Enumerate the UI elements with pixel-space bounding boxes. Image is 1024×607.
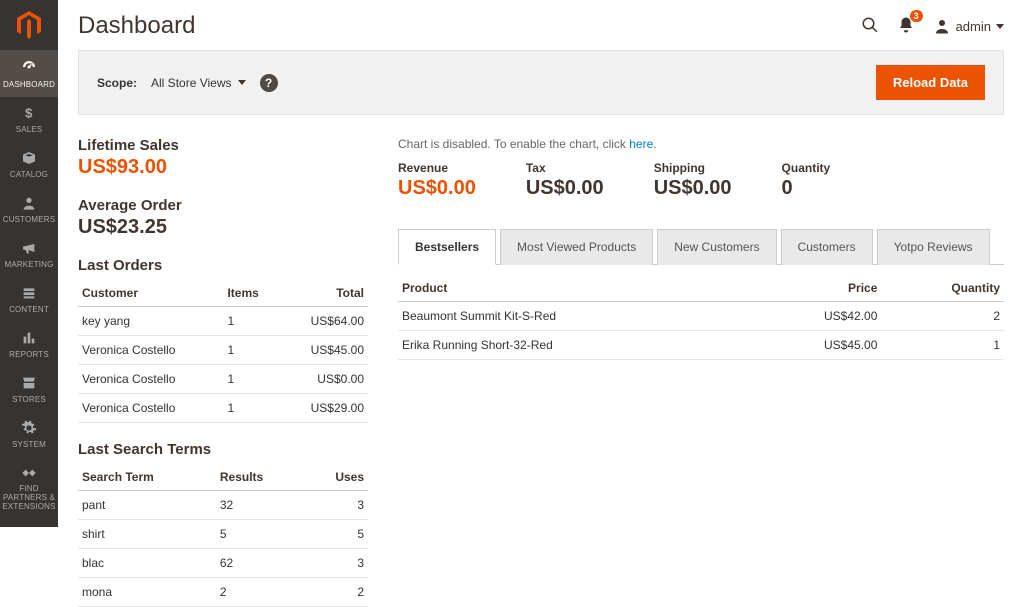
search-icon	[861, 16, 879, 34]
table-row[interactable]: Veronica Costello 1 US$45.00	[78, 336, 368, 365]
summary-shipping: Shipping US$0.00	[654, 161, 732, 200]
megaphone-icon	[21, 240, 37, 256]
sidebar-item-label: SALES	[2, 125, 56, 134]
gauge-icon	[20, 58, 38, 76]
summary-quantity: Quantity 0	[782, 161, 831, 200]
tab-yotpo-reviews[interactable]: Yotpo Reviews	[877, 229, 990, 265]
chevron-down-icon	[996, 24, 1004, 29]
enable-chart-link[interactable]: here	[629, 137, 653, 151]
sidebar-item-dashboard[interactable]: DASHBOARD	[0, 50, 58, 97]
user-icon	[933, 17, 951, 35]
table-row[interactable]: Beaumont Summit Kit-S-Red US$42.00 2	[398, 302, 1004, 331]
bestsellers-table: Product Price Quantity Beaumont Summit K…	[398, 275, 1004, 360]
sidebar: DASHBOARD $ SALES CATALOG CUSTOMERS MARK…	[0, 0, 58, 527]
main-content: Dashboard 3 admin Scope: All Store Views…	[58, 0, 1024, 607]
chevron-down-icon	[238, 80, 246, 85]
sidebar-item-system[interactable]: SYSTEM	[0, 412, 58, 457]
col-items: Items	[223, 280, 279, 307]
reload-data-button[interactable]: Reload Data	[876, 65, 985, 100]
chart-disabled-notice: Chart is disabled. To enable the chart, …	[398, 137, 1004, 151]
table-row[interactable]: mona 2 2	[78, 578, 368, 607]
person-icon	[21, 195, 37, 211]
table-row[interactable]: Veronica Costello 1 US$0.00	[78, 365, 368, 394]
summary-revenue: Revenue US$0.00	[398, 161, 476, 200]
sidebar-item-content[interactable]: CONTENT	[0, 277, 58, 322]
page-title: Dashboard	[78, 12, 195, 40]
last-search-title: Last Search Terms	[78, 441, 368, 458]
bar-chart-icon	[21, 330, 37, 346]
scope-select[interactable]: All Store Views	[151, 76, 245, 90]
box-icon	[21, 150, 37, 166]
sidebar-item-label: REPORTS	[2, 350, 56, 359]
col-quantity: Quantity	[881, 275, 1004, 302]
tab-customers[interactable]: Customers	[781, 229, 873, 265]
col-customer: Customer	[78, 280, 223, 307]
sidebar-item-reports[interactable]: REPORTS	[0, 322, 58, 367]
col-uses: Uses	[305, 464, 368, 491]
lifetime-sales-label: Lifetime Sales	[78, 137, 368, 154]
layers-icon	[21, 285, 37, 301]
sidebar-item-label: DASHBOARD	[2, 80, 56, 89]
sidebar-item-marketing[interactable]: MARKETING	[0, 232, 58, 277]
table-row[interactable]: Erika Running Short-32-Red US$45.00 1	[398, 331, 1004, 360]
sidebar-item-customers[interactable]: CUSTOMERS	[0, 187, 58, 232]
search-button[interactable]	[861, 16, 879, 37]
sidebar-item-label: MARKETING	[2, 260, 56, 269]
scope-selected-value: All Store Views	[151, 76, 231, 90]
dashboard-tabs: Bestsellers Most Viewed Products New Cus…	[398, 228, 1004, 265]
sidebar-item-label: CATALOG	[2, 170, 56, 179]
user-label: admin	[956, 19, 991, 34]
scope-bar: Scope: All Store Views ? Reload Data	[78, 50, 1004, 115]
sidebar-item-partners[interactable]: FIND PARTNERS & EXTENSIONS	[0, 457, 58, 519]
magento-logo[interactable]	[0, 0, 58, 50]
lifetime-sales-value: US$93.00	[78, 156, 368, 179]
average-order-label: Average Order	[78, 197, 368, 214]
magento-logo-icon	[17, 11, 41, 39]
sidebar-item-label: STORES	[2, 395, 56, 404]
sidebar-item-label: CONTENT	[2, 305, 56, 314]
tab-new-customers[interactable]: New Customers	[657, 229, 776, 265]
notifications-button[interactable]: 3	[897, 16, 915, 37]
summary-tiles: Revenue US$0.00 Tax US$0.00 Shipping US$…	[398, 161, 1004, 200]
bestsellers-panel: Product Price Quantity Beaumont Summit K…	[398, 265, 1004, 360]
top-bar: Dashboard 3 admin	[78, 12, 1004, 40]
sidebar-item-catalog[interactable]: CATALOG	[0, 142, 58, 187]
col-price: Price	[749, 275, 882, 302]
last-search-table: Search Term Results Uses pant 32 3 shirt…	[78, 464, 368, 607]
last-orders-title: Last Orders	[78, 257, 368, 274]
summary-tax: Tax US$0.00	[526, 161, 604, 200]
store-icon	[21, 375, 37, 391]
question-icon: ?	[265, 76, 272, 90]
dashboard-right-column: Chart is disabled. To enable the chart, …	[398, 137, 1004, 607]
user-menu[interactable]: admin	[933, 17, 1004, 35]
sidebar-item-label: FIND PARTNERS & EXTENSIONS	[2, 485, 56, 511]
average-order-value: US$23.25	[78, 216, 368, 239]
tab-bestsellers[interactable]: Bestsellers	[398, 229, 496, 265]
col-search-term: Search Term	[78, 464, 216, 491]
table-row[interactable]: blac 62 3	[78, 549, 368, 578]
col-results: Results	[216, 464, 305, 491]
svg-text:$: $	[25, 106, 33, 121]
table-row[interactable]: pant 32 3	[78, 491, 368, 520]
table-row[interactable]: Veronica Costello 1 US$29.00	[78, 394, 368, 423]
handshake-icon	[21, 465, 37, 481]
scope-label: Scope:	[97, 76, 137, 90]
col-product: Product	[398, 275, 749, 302]
notification-badge: 3	[910, 10, 923, 22]
sidebar-item-stores[interactable]: STORES	[0, 367, 58, 412]
dollar-icon: $	[21, 105, 37, 121]
col-total: Total	[280, 280, 368, 307]
scope-help-button[interactable]: ?	[260, 74, 278, 92]
gear-icon	[21, 420, 37, 436]
sidebar-item-label: CUSTOMERS	[2, 215, 56, 224]
last-orders-table: Customer Items Total key yang 1 US$64.00…	[78, 280, 368, 423]
table-row[interactable]: key yang 1 US$64.00	[78, 307, 368, 336]
sidebar-item-sales[interactable]: $ SALES	[0, 97, 58, 142]
top-utilities: 3 admin	[861, 16, 1004, 37]
tab-most-viewed[interactable]: Most Viewed Products	[500, 229, 653, 265]
table-row[interactable]: shirt 5 5	[78, 520, 368, 549]
sidebar-item-label: SYSTEM	[2, 440, 56, 449]
dashboard-left-column: Lifetime Sales US$93.00 Average Order US…	[78, 137, 368, 607]
